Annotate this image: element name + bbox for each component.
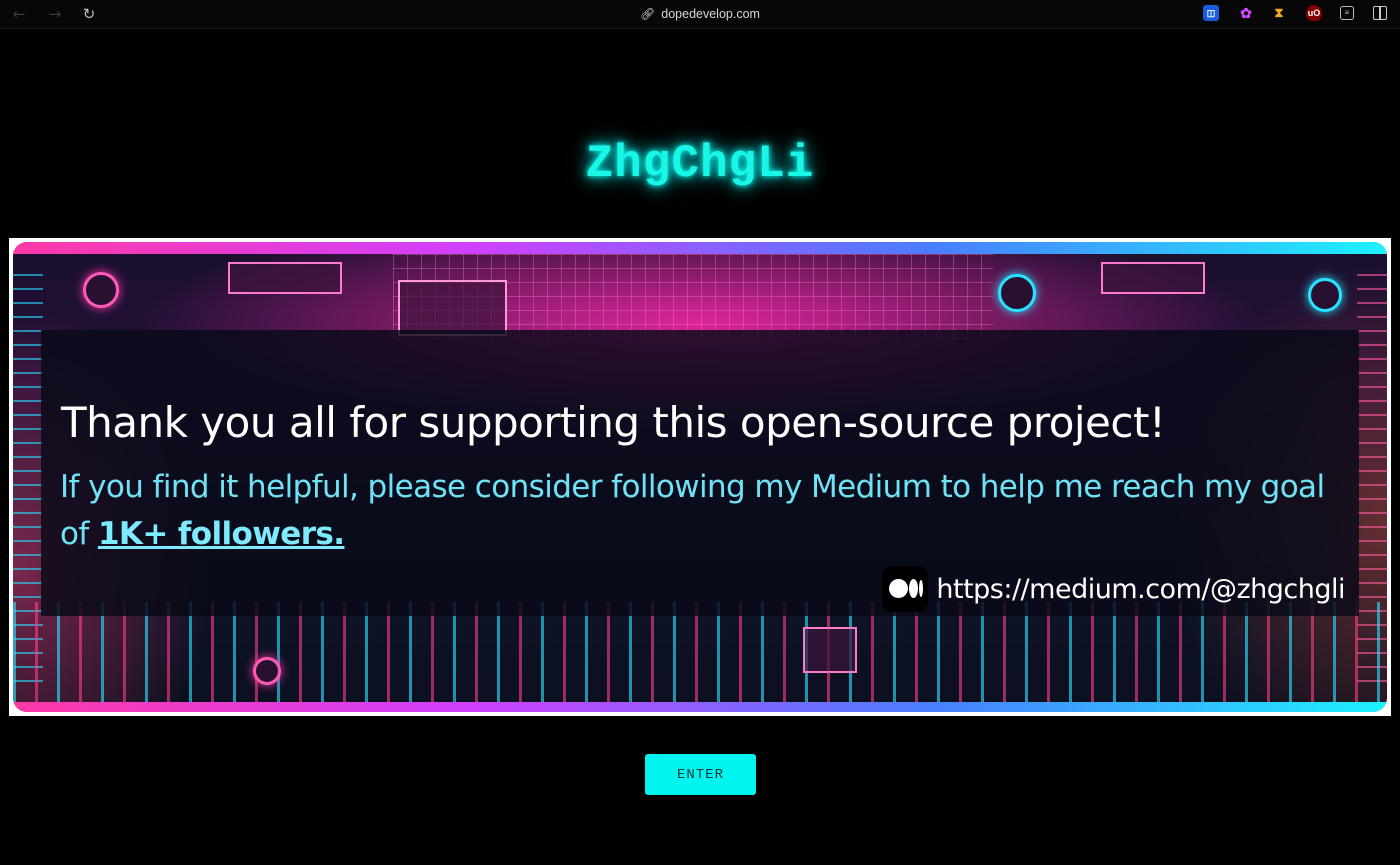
enter-button[interactable]: ENTER	[645, 754, 756, 795]
banner-edge-bottom	[13, 702, 1387, 712]
brain-icon[interactable]: ✿	[1238, 5, 1254, 21]
extensions-icon[interactable]: ≡	[1340, 6, 1354, 20]
ublock-icon[interactable]: uO	[1306, 5, 1322, 21]
medium-url: https://medium.com/@zhgchgli	[936, 573, 1345, 605]
sidebar-icon[interactable]	[1373, 6, 1387, 20]
browser-toolbar: ← → ↻ 🔗︎ dopedevelop.com ◫ ✿ ⧗ uO ≡	[0, 0, 1400, 29]
banner-circuit-traces	[13, 602, 1387, 702]
bitwarden-icon[interactable]: ◫	[1203, 5, 1219, 21]
rss-icon[interactable]: ⧗	[1271, 5, 1287, 21]
circuit-node	[253, 657, 281, 685]
banner-subline: If you find it helpful, please consider …	[60, 464, 1350, 558]
circuit-node	[1308, 278, 1342, 312]
circuit-node	[998, 274, 1036, 312]
address-bar[interactable]: 🔗︎ dopedevelop.com	[0, 5, 1400, 23]
url-text: dopedevelop.com	[661, 7, 760, 21]
site-title: ZhgChgLi	[585, 138, 815, 190]
circuit-chip	[228, 262, 342, 294]
banner-edge-top	[13, 242, 1387, 254]
circuit-node	[83, 272, 119, 308]
banner-frame: Thank you all for supporting this open-s…	[9, 238, 1391, 716]
circuit-chip	[1101, 262, 1205, 294]
circuit-chip	[803, 627, 857, 673]
circuit-chip	[398, 280, 507, 336]
medium-icon	[882, 566, 929, 612]
followers-goal: 1K+ followers.	[97, 516, 345, 552]
banner-headline: Thank you all for supporting this open-s…	[61, 398, 1166, 447]
link-icon: 🔗︎	[640, 7, 656, 21]
medium-link[interactable]: https://medium.com/@zhgchgli	[882, 566, 1345, 612]
banner-image: Thank you all for supporting this open-s…	[13, 242, 1387, 712]
